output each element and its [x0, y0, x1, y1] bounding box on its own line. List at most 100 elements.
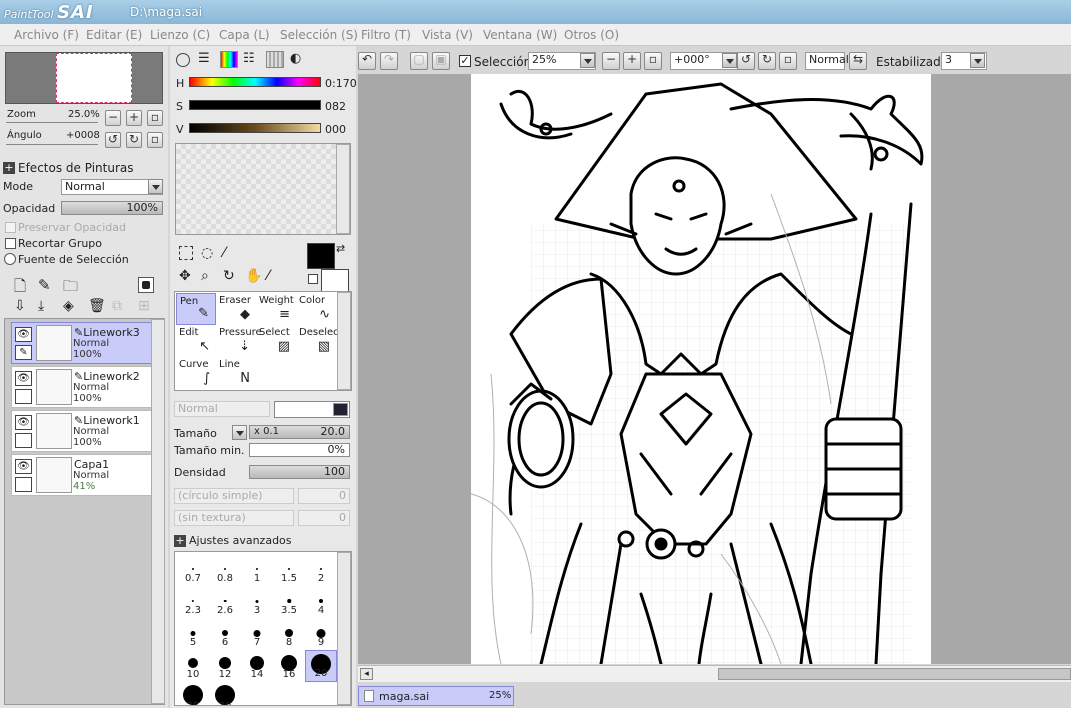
chevron-down-icon[interactable]: [148, 179, 163, 194]
clip-group-checkbox[interactable]: [5, 238, 16, 249]
primary-color[interactable]: [307, 243, 335, 269]
lasso-icon[interactable]: ◌: [201, 245, 213, 261]
undo-button[interactable]: ↶: [358, 52, 376, 70]
tool-curve[interactable]: Curve ∫: [176, 357, 216, 389]
brush-size-cell[interactable]: 7: [241, 618, 273, 650]
brush-size-cell[interactable]: 16: [273, 650, 305, 682]
brush-size-scrollbar[interactable]: [337, 552, 351, 705]
rotate-right-button[interactable]: ↻: [126, 132, 142, 148]
saturation-slider[interactable]: [189, 100, 321, 110]
layer-mask-icon[interactable]: [138, 277, 154, 293]
menu-filtro[interactable]: Filtro (T): [361, 28, 411, 42]
size-slider[interactable]: x 0.1 20.0: [249, 425, 350, 439]
lock-box[interactable]: [15, 433, 32, 448]
brush-size-cell[interactable]: 2: [305, 554, 337, 586]
preserve-opacity-checkbox[interactable]: [5, 222, 16, 233]
rect-select-icon[interactable]: [179, 246, 193, 260]
merge-down-icon[interactable]: ⤓: [38, 298, 44, 314]
brush-size-cell[interactable]: 6: [209, 618, 241, 650]
swatches-icon[interactable]: [266, 51, 284, 68]
swatch-scrollbar[interactable]: [336, 144, 350, 234]
brush-size-cell[interactable]: 10: [177, 650, 209, 682]
eye-icon[interactable]: 👁: [15, 371, 32, 386]
lock-box[interactable]: [15, 389, 32, 404]
zoom-slider[interactable]: [6, 122, 98, 123]
tool-eraser[interactable]: Eraser ◆: [216, 293, 256, 325]
canvas-rotate-right-button[interactable]: ↻: [758, 52, 776, 70]
zoom-out-button[interactable]: −: [105, 110, 121, 126]
layer-item[interactable]: 👁 ✎ ✎Linework3 Normal 100%: [11, 322, 152, 364]
eye-icon[interactable]: 👁: [15, 415, 32, 430]
canvas-hscrollbar[interactable]: ◂: [358, 665, 1071, 682]
pencil-lock-icon[interactable]: ✎: [15, 345, 32, 360]
chevron-down-icon[interactable]: [580, 53, 595, 68]
advanced-settings-label[interactable]: Ajustes avanzados: [189, 534, 292, 547]
effects-label[interactable]: Efectos de Pinturas: [18, 161, 133, 175]
brush-size-cell[interactable]: 20: [305, 650, 337, 682]
menu-vista[interactable]: Vista (V): [422, 28, 473, 42]
layer-item[interactable]: 👁 Capa1 Normal 41%: [11, 454, 152, 496]
brush-size-cell[interactable]: 9: [305, 618, 337, 650]
eye-icon[interactable]: 👁: [15, 459, 32, 474]
menu-archivo[interactable]: Archivo (F): [14, 28, 79, 42]
navigator-preview[interactable]: [5, 52, 163, 104]
brush-size-cell[interactable]: 25: [177, 682, 209, 705]
lock-box[interactable]: [15, 477, 32, 492]
tool-deselect[interactable]: Deselect ▧: [296, 325, 343, 357]
layer-list-scrollbar[interactable]: [151, 319, 165, 704]
scratchpad-icon[interactable]: ◐: [290, 52, 308, 68]
magic-wand-icon[interactable]: ⁄: [223, 245, 225, 261]
tool-color[interactable]: Color ∿: [296, 293, 336, 325]
rgb-slider-icon[interactable]: ☰: [198, 52, 216, 68]
selection-checkbox[interactable]: ✓: [459, 55, 471, 67]
brush-size-cell[interactable]: 5: [177, 618, 209, 650]
brush-size-cell[interactable]: 0.8: [209, 554, 241, 586]
menu-lienzo[interactable]: Lienzo (C): [150, 28, 210, 42]
rotate-tool-icon[interactable]: ↻: [223, 268, 235, 284]
canvas-artwork[interactable]: [471, 74, 931, 664]
brush-size-cell[interactable]: 14: [241, 650, 273, 682]
tool-pen[interactable]: Pen ✎: [176, 293, 216, 325]
menu-ventana[interactable]: Ventana (W): [483, 28, 557, 42]
zoom-in-button[interactable]: +: [126, 110, 142, 126]
brush-size-cell[interactable]: 4: [305, 586, 337, 618]
brush-size-cell[interactable]: 1.5: [273, 554, 305, 586]
layer-opacity-slider[interactable]: 100%: [61, 201, 163, 215]
eyedropper-icon[interactable]: ⁄: [267, 268, 269, 284]
canvas-blend-select[interactable]: Normal: [805, 52, 849, 70]
swap-colors-icon[interactable]: ⇄: [336, 242, 345, 255]
layer-item[interactable]: 👁 ✎Linework1 Normal 100%: [11, 410, 152, 452]
rotate-reset-button[interactable]: ▫: [147, 132, 163, 148]
zoom-reset-button[interactable]: ▫: [147, 110, 163, 126]
tool-select[interactable]: Select ▨: [256, 325, 296, 357]
brush-edge-selector[interactable]: [274, 401, 350, 418]
brush-size-cell[interactable]: 1: [241, 554, 273, 586]
tool-edit[interactable]: Edit ↖: [176, 325, 216, 357]
canvas-area[interactable]: [358, 74, 1071, 664]
selection-source-radio[interactable]: [4, 253, 16, 265]
brush-size-cell[interactable]: 2.6: [209, 586, 241, 618]
angle-slider[interactable]: [6, 144, 98, 145]
eye-icon[interactable]: 👁: [15, 327, 32, 342]
value-slider[interactable]: [189, 123, 321, 133]
menu-editar[interactable]: Editar (E): [86, 28, 142, 42]
tool-pressure[interactable]: Pressure ⇣: [216, 325, 262, 357]
tool-line[interactable]: Line N: [216, 357, 256, 389]
size-mult-dropdown[interactable]: [232, 425, 247, 440]
min-size-slider[interactable]: 0%: [249, 443, 350, 457]
transfer-down-icon[interactable]: ⇩: [14, 298, 26, 314]
density-slider[interactable]: 100: [249, 465, 350, 479]
menu-otros[interactable]: Otros (O): [564, 28, 619, 42]
brush-size-cell[interactable]: 2.3: [177, 586, 209, 618]
advanced-expand-icon[interactable]: +: [174, 535, 186, 547]
move-icon[interactable]: ✥: [179, 268, 191, 284]
menu-seleccion[interactable]: Selección (S): [280, 28, 358, 42]
brush-size-cell[interactable]: 30: [209, 682, 241, 705]
brush-size-cell[interactable]: 8: [273, 618, 305, 650]
document-tab[interactable]: maga.sai 25%: [358, 686, 514, 706]
trash-icon[interactable]: 🗑: [88, 298, 106, 314]
chevron-down-icon[interactable]: [722, 53, 737, 68]
brush-size-cell[interactable]: 0.7: [177, 554, 209, 586]
tool-weight[interactable]: Weight ≡: [256, 293, 296, 325]
zoom-tool-icon[interactable]: ⌕: [201, 268, 209, 284]
